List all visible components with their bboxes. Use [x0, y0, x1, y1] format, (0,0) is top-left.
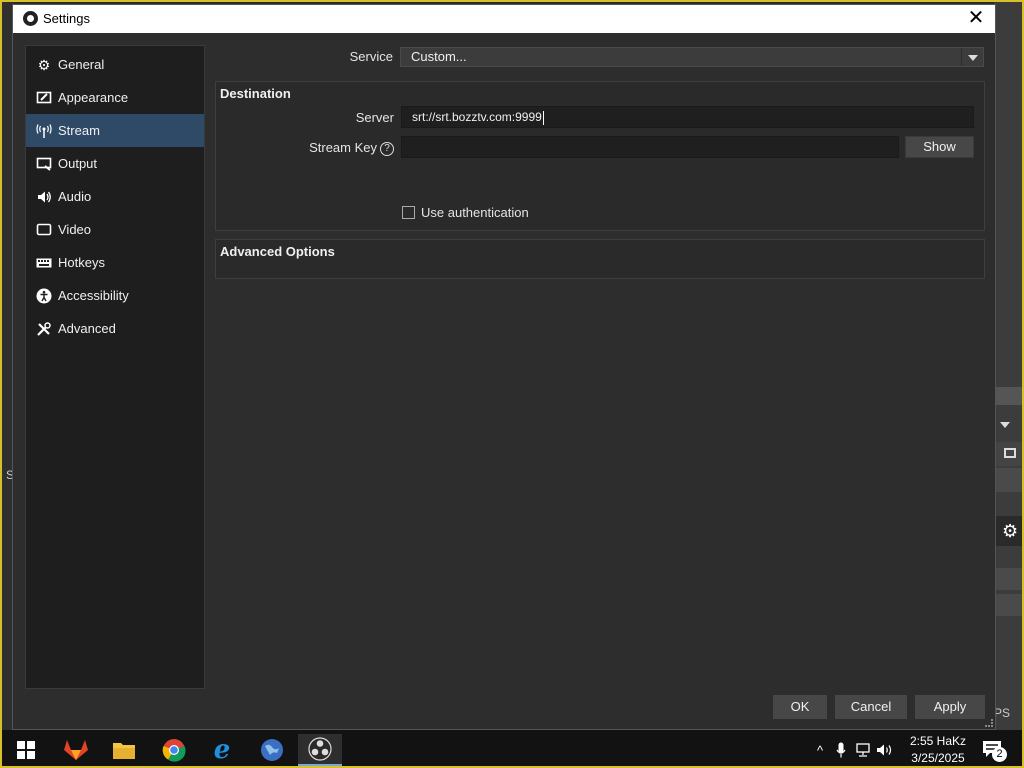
accessibility-icon [36, 288, 52, 304]
stream-settings-panel: Service Custom... Destination Server srt… [213, 45, 985, 689]
ok-button[interactable]: OK [773, 695, 827, 719]
file-explorer-icon[interactable] [102, 734, 146, 766]
settings-sidebar: ⚙ General Appearance Stream Output Audio… [25, 45, 205, 689]
appearance-icon [36, 90, 52, 106]
sidebar-item-advanced[interactable]: Advanced [26, 312, 204, 345]
microphone-icon[interactable] [830, 742, 852, 758]
destination-title: Destination [220, 86, 291, 101]
gear-icon: ⚙ [37, 56, 51, 73]
sidebar-item-output[interactable]: Output [26, 147, 204, 180]
sidebar-item-label: Stream [58, 123, 100, 138]
system-tray: ^ [810, 730, 896, 766]
taskbar: e ^ 2:55 HaKz 3/25/2025 2 [2, 730, 1022, 766]
antenna-icon [36, 123, 52, 139]
clock-time: 2:55 HaKz [909, 734, 967, 748]
title-bar[interactable]: Settings ✕ [13, 5, 995, 33]
notification-center-icon[interactable]: 2 [982, 738, 1008, 762]
apply-button[interactable]: Apply [915, 695, 985, 719]
chevron-down-icon [961, 48, 983, 66]
sidebar-item-label: Advanced [58, 321, 116, 336]
help-icon[interactable]: ? [380, 141, 394, 156]
sidebar-item-stream[interactable]: Stream [26, 114, 204, 147]
background-scroll [994, 387, 1022, 405]
stream-key-label-row: Stream Key? [276, 140, 394, 156]
sidebar-item-hotkeys[interactable]: Hotkeys [26, 246, 204, 279]
settings-window: Settings ✕ ⚙ General Appearance Stream O… [12, 4, 996, 730]
desktop: S ⚙ PS Settings ✕ ⚙ General Appearance S… [0, 0, 1024, 768]
windows-start-icon[interactable] [4, 734, 48, 766]
text-caret [542, 110, 544, 125]
globe-icon[interactable] [250, 734, 294, 766]
stream-key-input[interactable] [401, 136, 899, 158]
monitor-icon [36, 222, 52, 238]
sidebar-item-label: Output [58, 156, 98, 171]
network-icon[interactable] [852, 743, 874, 757]
server-label: Server [355, 110, 394, 125]
sidebar-item-label: General [58, 57, 105, 72]
sidebar-item-accessibility[interactable]: Accessibility [26, 279, 204, 312]
resize-grip[interactable] [985, 719, 993, 727]
notification-count-badge: 2 [992, 747, 1007, 762]
server-value: srt://srt.bozztv.com:9999 [412, 110, 542, 124]
sidebar-item-general[interactable]: ⚙ General [26, 48, 204, 81]
background-window-icon[interactable] [994, 442, 1022, 466]
destination-group: Destination Server srt://srt.bozztv.com:… [215, 81, 985, 231]
sidebar-item-label: Accessibility [58, 288, 129, 303]
show-key-button[interactable]: Show [905, 136, 974, 158]
obs-icon[interactable] [298, 734, 342, 766]
sidebar-item-audio[interactable]: Audio [26, 180, 204, 213]
volume-icon[interactable] [874, 743, 896, 757]
close-button[interactable]: ✕ [965, 7, 987, 29]
chrome-icon[interactable] [152, 734, 196, 766]
chevron-up-icon[interactable]: ^ [810, 743, 830, 758]
background-dropdown-arrow[interactable] [994, 412, 1022, 438]
obs-icon [23, 11, 38, 26]
service-select[interactable]: Custom... [400, 47, 984, 67]
service-value: Custom... [411, 49, 467, 64]
service-label: Service [349, 49, 393, 64]
background-panel-row [994, 468, 1022, 492]
cancel-button[interactable]: Cancel [835, 695, 907, 719]
background-panel-row [994, 594, 1022, 616]
output-icon [36, 156, 52, 172]
clock-date: 3/25/2025 [911, 751, 965, 765]
sidebar-item-video[interactable]: Video [26, 213, 204, 246]
sidebar-item-label: Video [58, 222, 92, 237]
background-window-right: ⚙ PS [994, 2, 1022, 730]
background-panel-row [994, 568, 1022, 590]
sidebar-item-label: Hotkeys [58, 255, 105, 270]
sidebar-item-appearance[interactable]: Appearance [26, 81, 204, 114]
advanced-options-group[interactable]: Advanced Options [215, 239, 985, 279]
sidebar-item-label: Audio [58, 189, 92, 204]
taskbar-clock[interactable]: 2:55 HaKz 3/25/2025 [906, 733, 970, 766]
sidebar-item-label: Appearance [58, 90, 129, 105]
keyboard-icon [36, 255, 52, 271]
stream-key-label: Stream Key [309, 140, 377, 155]
background-gear-icon[interactable]: ⚙ [994, 516, 1022, 546]
advanced-options-title: Advanced Options [220, 244, 335, 259]
window-title: Settings [43, 11, 90, 26]
background-right-text: PS [994, 706, 1011, 720]
internet-explorer-icon[interactable]: e [200, 734, 244, 766]
use-authentication-label[interactable]: Use authentication [421, 205, 529, 220]
use-authentication-checkbox[interactable] [402, 206, 415, 219]
gitlab-icon[interactable] [54, 734, 98, 766]
speaker-icon [36, 189, 52, 205]
tools-icon [36, 321, 52, 337]
server-input[interactable]: srt://srt.bozztv.com:9999 [401, 106, 974, 128]
